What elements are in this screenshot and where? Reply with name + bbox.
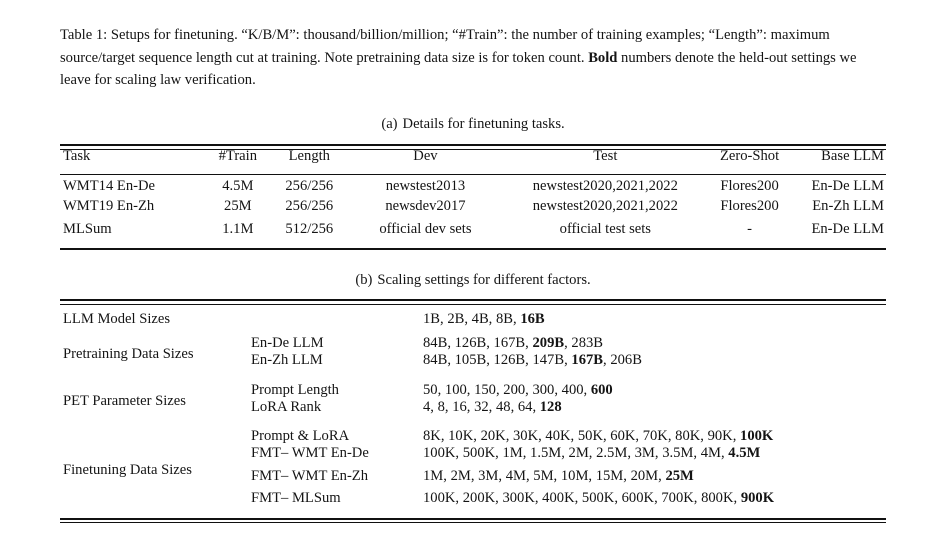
values-tail: , 206B [603,352,642,368]
table-b: LLM Model Sizes 1B, 2B, 4B, 8B, 16B Pret… [60,304,886,513]
cell-values: 84B, 105B, 126B, 147B, 167B, 206B [423,352,886,375]
cell-values: 1B, 2B, 4B, 8B, 16B [423,304,886,328]
values-plain: 1M, 2M, 3M, 4M, 5M, 10M, 15M, 20M, [423,467,666,484]
cell-subfactor: Prompt Length [251,381,339,398]
cell-train: 1.1M [222,221,254,237]
values-bold: 100K [740,428,774,445]
caption-line-1: Table 1: Setups for finetuning. “K/B/M”:… [60,27,705,43]
cell-test: official test sets [559,221,651,237]
values-plain: 1B, 2B, 4B, 8B, [423,311,521,327]
cell-train: 4.5M [222,178,254,194]
header-test: Test [593,148,618,164]
values-plain: 8K, 10K, 20K, 30K, 40K, 50K, 60K, 70K, 8… [423,428,741,445]
cell-dev: newsdev2017 [385,197,466,214]
caption-bold-lead: Bold [588,49,618,66]
cell-task: WMT14 En-De [63,178,155,194]
values-bold: 25M [665,467,694,484]
subcaption-a-title: Details for finetuning tasks. [402,116,565,132]
header-length: Length [288,148,330,164]
cell-test: newstest2020,2021,2022 [532,197,678,214]
values-plain: 100K, 500K, 1M, 1.5M, 2M, 2.5M, 3M, 3.5M… [423,445,729,462]
cell-values: 8K, 10K, 20K, 30K, 40K, 50K, 60K, 70K, 8… [423,421,886,445]
cell-values: 50, 100, 150, 200, 300, 400, 600 [423,375,886,399]
cell-subfactor: LoRA Rank [251,398,322,415]
header-dev: Dev [413,148,438,164]
cell-subfactor: FMT– WMT En-De [251,445,369,462]
cell-subfactor: En-Zh LLM [251,352,323,368]
cell-subfactor: Prompt & LoRA [251,428,350,445]
cell-dev: official dev sets [379,221,472,237]
cell-subfactor: FMT– WMT En-Zh [251,467,369,484]
table-b-toprule-outer [60,299,886,301]
subcaption-b-label: (b) [355,272,373,288]
cell-factor: PET Parameter Sizes [63,392,186,409]
paper-table-page: Table 1: Setups for finetuning. “K/B/M”:… [0,0,940,542]
cell-subfactor [251,304,423,328]
header-task: Task [63,148,91,164]
cell-task: WMT19 En-Zh [63,197,155,214]
table-a-midrule [60,174,886,176]
subcaption-b-title: Scaling settings for different factors. [377,272,591,288]
cell-values: 100K, 500K, 1M, 1.5M, 2M, 2.5M, 3M, 3.5M… [423,445,886,468]
table-caption: Table 1: Setups for finetuning. “K/B/M”:… [60,24,886,92]
table-b-bottomrule-outer [60,518,886,520]
values-bold: 209B [532,335,565,351]
values-bold: 600 [590,381,613,398]
values-bold: 167B [571,352,604,368]
values-bold: 900K [740,490,775,507]
values-plain: 4, 8, 16, 32, 48, 64, [423,398,540,415]
header-zero-shot: Zero-Shot [719,148,780,164]
subcaption-a: (a) Details for finetuning tasks. [60,116,886,133]
values-plain: 100K, 200K, 300K, 400K, 500K, 600K, 700K… [423,490,741,507]
cell-values: 100K, 200K, 300K, 400K, 500K, 600K, 700K… [423,490,886,513]
table-row: MLSum 1.1M 512/256 official dev sets off… [60,221,886,245]
table-a-bottomrule [60,248,886,250]
cell-values: 4, 8, 16, 32, 48, 64, 128 [423,399,886,422]
cell-length: 256/256 [285,178,334,194]
values-plain: 84B, 105B, 126B, 147B, [423,352,572,368]
cell-test: newstest2020,2021,2022 [532,178,678,194]
table-row: Pretraining Data Sizes En-De LLM 84B, 12… [60,328,886,362]
table-a-toprule-outer [60,144,886,146]
cell-subfactor: FMT– MLSum [251,490,341,507]
subcaption-b: (b) Scaling settings for different factor… [60,272,886,289]
header-train: #Train [218,148,258,164]
cell-length: 256/256 [285,197,334,214]
table-row: PET Parameter Sizes Prompt Length 50, 10… [60,375,886,409]
cell-base-llm: En-De LLM [811,178,884,194]
header-base-llm: Base LLM [821,148,884,164]
values-plain: 50, 100, 150, 200, 300, 400, [423,381,591,398]
table-b-bottomrule-inner [60,521,886,523]
cell-values: 1M, 2M, 3M, 4M, 5M, 10M, 15M, 20M, 25M [423,468,886,491]
cell-base-llm: En-Zh LLM [812,197,884,214]
values-plain: 84B, 126B, 167B, [423,335,533,351]
cell-base-llm: En-De LLM [811,221,884,237]
table-a: Task #Train Length Dev Test Zero-Shot Ba… [60,148,886,245]
cell-factor: Pretraining Data Sizes [63,346,194,363]
table-row: WMT19 En-Zh 25M 256/256 newsdev2017 news… [60,198,886,222]
subcaption-a-label: (a) [381,116,398,132]
cell-subfactor: En-De LLM [251,335,324,351]
table-row: WMT14 En-De 4.5M 256/256 newstest2013 ne… [60,174,886,198]
table-a-header-row: Task #Train Length Dev Test Zero-Shot Ba… [60,148,886,174]
cell-task: MLSum [63,221,112,237]
cell-train: 25M [224,197,252,214]
table-row: Finetuning Data Sizes Prompt & LoRA 8K, … [60,421,886,478]
cell-dev: newstest2013 [385,178,466,194]
cell-factor: LLM Model Sizes [63,311,171,327]
cell-values: 84B, 126B, 167B, 209B, 283B [423,328,886,352]
values-bold: 4.5M [728,445,761,462]
cell-zero-shot: Flores200 [720,197,779,214]
values-bold: 16B [520,311,545,327]
values-tail: , 283B [564,335,604,351]
cell-length: 512/256 [285,221,334,237]
cell-zero-shot: Flores200 [720,178,779,194]
cell-zero-shot: - [747,221,752,237]
values-bold: 128 [539,398,562,415]
table-row: LLM Model Sizes 1B, 2B, 4B, 8B, 16B [60,304,886,328]
cell-factor: Finetuning Data Sizes [63,462,192,479]
